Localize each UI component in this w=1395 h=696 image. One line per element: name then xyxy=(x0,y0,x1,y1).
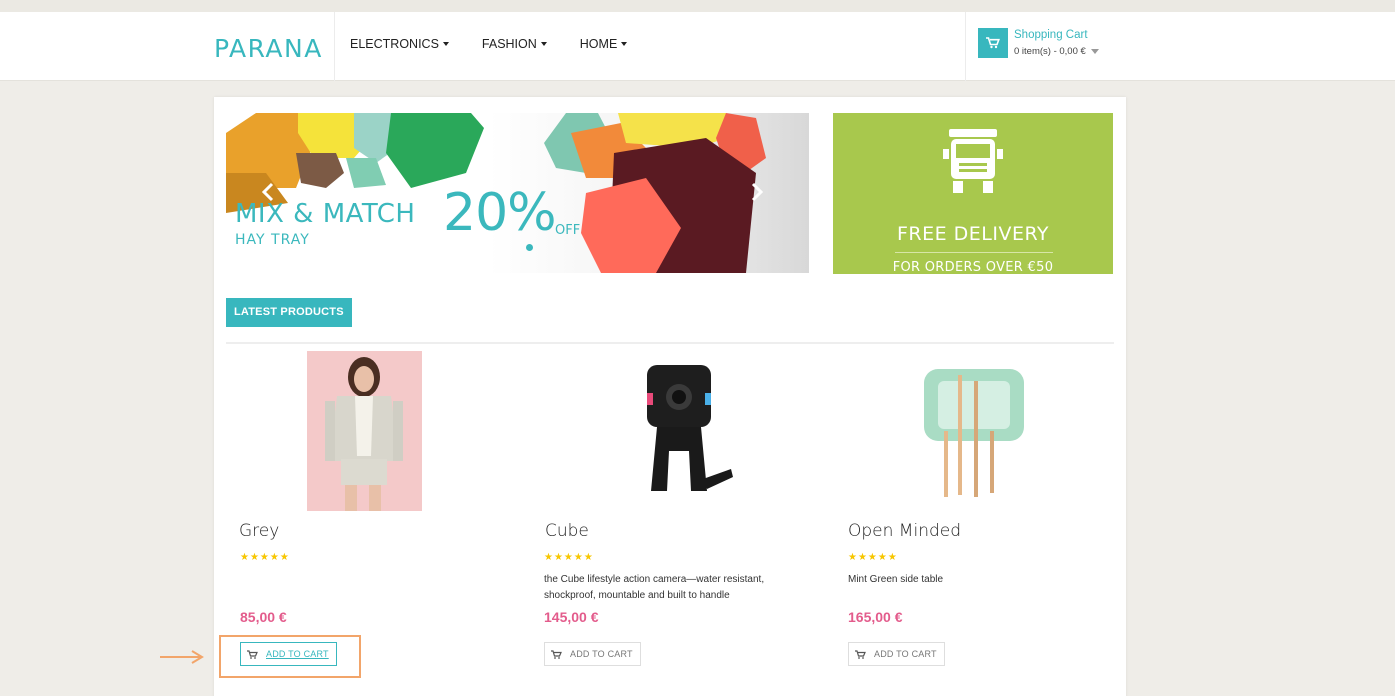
product-name[interactable]: Cube xyxy=(545,521,589,541)
free-delivery-banner[interactable]: FREE DELIVERY FOR ORDERS OVER €50 xyxy=(833,113,1113,275)
slider-next-button[interactable] xyxy=(745,181,767,203)
arrow-right-icon xyxy=(160,650,204,664)
add-to-cart-button[interactable]: ADD TO CART xyxy=(848,642,945,666)
cart-summary[interactable]: 0 item(s) - 0,00 € xyxy=(1014,46,1099,57)
hero-slider[interactable]: MIX & MATCH HAY TRAY 20% OFF xyxy=(226,113,809,273)
main-nav: ELECTRONICS FASHION HOME xyxy=(350,37,660,51)
caret-down-icon xyxy=(442,42,449,46)
cart-summary-text: 0 item(s) - 0,00 € xyxy=(1014,46,1086,57)
nav-item-electronics[interactable]: ELECTRONICS xyxy=(350,37,449,51)
cart-icon xyxy=(855,649,866,659)
product-name[interactable]: Open Minded xyxy=(848,521,961,541)
main-content: MIX & MATCH HAY TRAY 20% OFF FREE DELIVE… xyxy=(214,97,1126,696)
cart-button[interactable] xyxy=(978,28,1008,58)
add-to-cart-label: ADD TO CART xyxy=(266,649,329,659)
slider-prev-button[interactable] xyxy=(258,181,280,203)
add-to-cart-label: ADD TO CART xyxy=(874,649,937,659)
nav-item-home[interactable]: HOME xyxy=(580,37,628,51)
add-to-cart-label: ADD TO CART xyxy=(570,649,633,659)
nav-label: FASHION xyxy=(481,37,537,51)
cart-icon xyxy=(986,37,1000,49)
chevron-left-icon xyxy=(261,182,274,202)
product-price: 85,00 € xyxy=(240,609,287,625)
nav-label: HOME xyxy=(579,37,618,51)
truck-icon xyxy=(943,129,1003,193)
rating-stars: ★★★★★ xyxy=(544,552,594,563)
rating-stars: ★★★★★ xyxy=(848,552,898,563)
product-image-cube[interactable] xyxy=(619,351,739,511)
caret-down-icon xyxy=(540,42,547,46)
product-description: the Cube lifestyle action camera—water r… xyxy=(544,574,765,601)
slider-pagination-dot[interactable] xyxy=(526,244,533,251)
header-divider xyxy=(334,12,335,81)
cart-icon xyxy=(247,649,258,659)
site-logo[interactable]: PARANA xyxy=(214,34,323,63)
section-divider xyxy=(226,342,1114,344)
add-to-cart-button[interactable]: ADD TO CART xyxy=(240,642,337,666)
promo-title: FREE DELIVERY xyxy=(896,223,1050,245)
slide-subheadline: HAY TRAY xyxy=(235,232,310,248)
product-image-open-minded[interactable] xyxy=(918,351,1033,511)
product-image-grey[interactable] xyxy=(307,351,422,511)
caret-down-icon xyxy=(621,42,628,46)
nav-label: ELECTRONICS xyxy=(350,37,439,51)
caret-down-icon xyxy=(1090,49,1099,54)
header-divider xyxy=(965,12,966,81)
nav-item-fashion[interactable]: FASHION xyxy=(482,37,547,51)
rating-stars: ★★★★★ xyxy=(240,552,290,563)
slide-discount-suffix: OFF xyxy=(555,223,581,238)
promo-divider xyxy=(895,252,1053,253)
site-header: PARANA ELECTRONICS FASHION HOME Shopping… xyxy=(0,12,1395,81)
slide-discount: 20% xyxy=(443,183,557,243)
section-title: LATEST PRODUCTS xyxy=(226,298,352,327)
slide-headline: MIX & MATCH xyxy=(235,199,416,229)
product-price: 165,00 € xyxy=(848,609,903,625)
product-name[interactable]: Grey xyxy=(239,521,279,541)
product-description: Mint Green side table xyxy=(848,574,944,585)
top-strip xyxy=(0,0,1395,12)
cart-icon xyxy=(551,649,562,659)
product-price: 145,00 € xyxy=(544,609,599,625)
promo-subtitle: FOR ORDERS OVER €50 xyxy=(892,260,1054,275)
cart-title[interactable]: Shopping Cart xyxy=(1014,29,1088,41)
chevron-right-icon xyxy=(751,182,764,202)
add-to-cart-button[interactable]: ADD TO CART xyxy=(544,642,641,666)
